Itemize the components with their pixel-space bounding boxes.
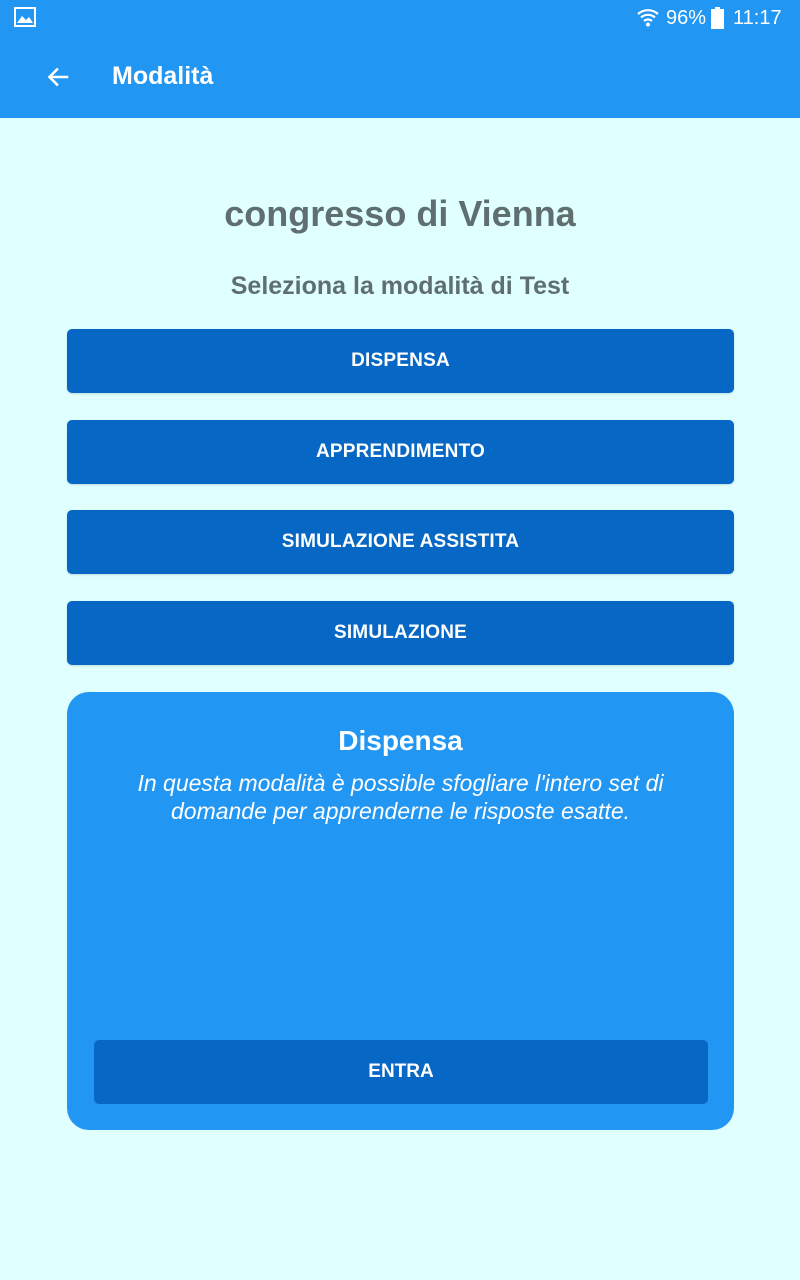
status-clock: 11:17 [733,7,782,29]
enter-button[interactable]: ENTRA [94,1040,708,1104]
mode-info-card: Dispensa In questa modalità è possible s… [67,692,734,1130]
status-bar: 96% 11:17 [0,0,800,36]
mode-info-title: Dispensa [338,725,463,756]
arrow-left-icon [47,67,69,87]
app-bar: Modalità [0,36,800,118]
mode-button-simulazione-assistita[interactable]: SIMULAZIONE ASSISTITA [67,510,734,574]
wifi-icon [637,9,659,27]
topic-title: congresso di Vienna [224,193,576,234]
mode-button-dispensa[interactable]: DISPENSA [67,329,734,393]
back-button[interactable] [38,57,78,97]
battery-percent: 96% [666,7,707,29]
mode-button-simulazione[interactable]: SIMULAZIONE [67,601,734,665]
image-notification-icon [14,7,36,27]
battery-icon [711,7,724,29]
mode-info-description: In questa modalità è possible sfogliare … [137,770,664,824]
mode-button-apprendimento[interactable]: APPRENDIMENTO [67,420,734,484]
app-bar-title: Modalità [112,62,214,90]
mode-prompt: Seleziona la modalità di Test [230,272,570,300]
